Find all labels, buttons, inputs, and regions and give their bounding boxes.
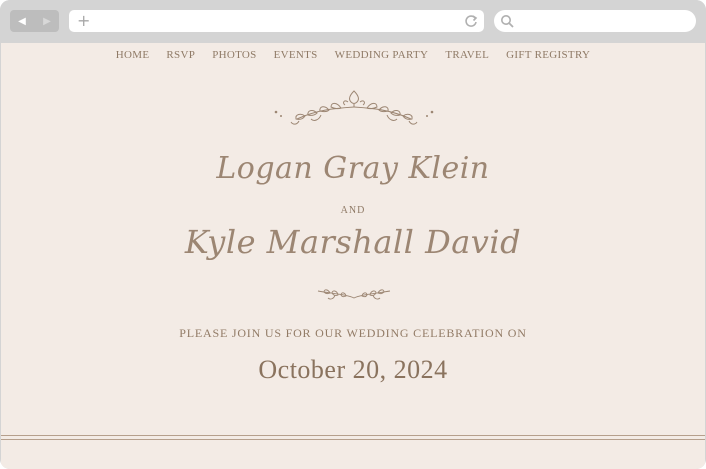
back-arrow-icon[interactable]: ◀	[10, 10, 34, 32]
plus-icon[interactable]: +	[77, 11, 90, 31]
browser-window: ◀ ▶ + HOME RSVP PHOTOS EVENTS WEDDING PA…	[0, 0, 706, 469]
nav-item-travel[interactable]: TRAVEL	[445, 49, 489, 61]
wedding-date: October 20, 2024	[258, 355, 448, 384]
forward-arrow-icon[interactable]: ▶	[35, 10, 59, 32]
divider-line	[1, 439, 705, 440]
laurel-divider-icon	[317, 289, 391, 300]
address-bar[interactable]: +	[69, 10, 484, 32]
floral-ornament-icon	[274, 90, 434, 125]
nav-item-photos[interactable]: PHOTOS	[212, 49, 256, 61]
partner-two-name: Kyle Marshall David	[184, 223, 522, 261]
nav-item-gift-registry[interactable]: GIFT REGISTRY	[506, 49, 590, 61]
reload-icon[interactable]	[464, 14, 478, 28]
nav-item-events[interactable]: EVENTS	[274, 49, 318, 61]
wedding-page: HOME RSVP PHOTOS EVENTS WEDDING PARTY TR…	[1, 43, 705, 469]
search-icon	[501, 15, 514, 28]
nav-item-wedding-party[interactable]: WEDDING PARTY	[335, 49, 429, 61]
invitation-text: PLEASE JOIN US FOR OUR WEDDING CELEBRATI…	[179, 326, 527, 340]
partner-one-name: Logan Gray Klein	[216, 151, 490, 186]
nav-item-home[interactable]: HOME	[116, 49, 150, 61]
browser-toolbar: ◀ ▶ +	[0, 0, 706, 43]
search-input[interactable]	[494, 10, 696, 32]
and-label: AND	[340, 205, 366, 216]
nav-item-rsvp[interactable]: RSVP	[166, 49, 195, 61]
divider-line	[1, 435, 705, 436]
site-navigation: HOME RSVP PHOTOS EVENTS WEDDING PARTY TR…	[1, 49, 705, 61]
history-buttons: ◀ ▶	[10, 10, 59, 32]
